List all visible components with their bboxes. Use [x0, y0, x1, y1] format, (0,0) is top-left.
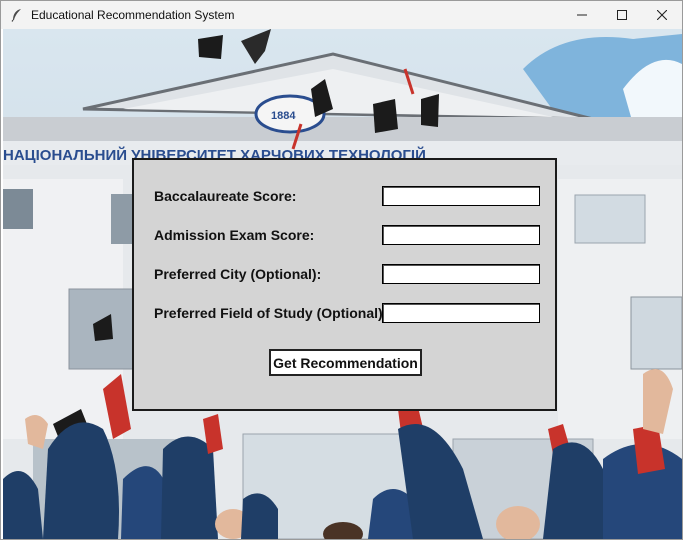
admission-exam-score-label: Admission Exam Score:	[154, 227, 315, 243]
preferred-city-label: Preferred City (Optional):	[154, 266, 322, 282]
emblem-text: 1884	[271, 110, 296, 122]
close-button[interactable]	[642, 1, 682, 29]
app-window: Educational Recommendation System НАЦІОН…	[0, 0, 683, 540]
preferred-field-label: Preferred Field of Study (Optional):	[154, 305, 388, 321]
maximize-button[interactable]	[602, 1, 642, 29]
minimize-icon	[577, 14, 587, 16]
admission-exam-score-input[interactable]	[382, 225, 540, 245]
preferred-field-input[interactable]	[382, 303, 540, 323]
window-title: Educational Recommendation System	[31, 8, 235, 22]
feather-icon	[10, 8, 24, 22]
maximize-icon	[617, 10, 627, 20]
title-bar[interactable]: Educational Recommendation System	[1, 1, 682, 29]
window-controls	[562, 1, 682, 29]
baccalaureate-score-label: Baccalaureate Score:	[154, 188, 297, 204]
baccalaureate-score-input[interactable]	[382, 186, 540, 206]
get-recommendation-button[interactable]: Get Recommendation	[269, 349, 422, 376]
close-icon	[657, 10, 667, 20]
minimize-button[interactable]	[562, 1, 602, 29]
recommendation-form: Baccalaureate Score: Admission Exam Scor…	[132, 158, 557, 411]
preferred-city-input[interactable]	[382, 264, 540, 284]
